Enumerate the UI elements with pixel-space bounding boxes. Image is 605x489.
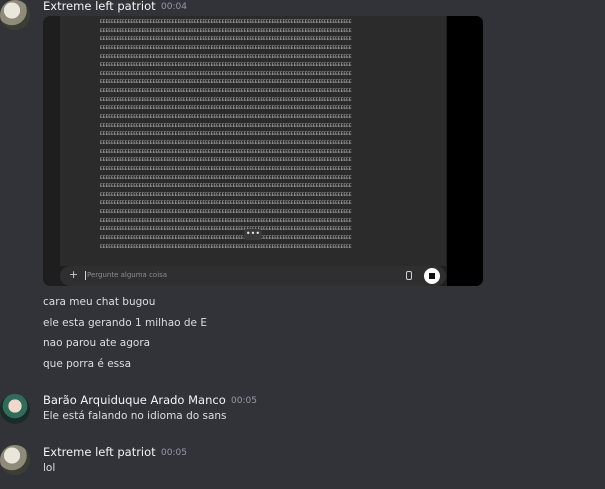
microphone-icon: [406, 271, 412, 280]
message-author[interactable]: Extreme left patriot: [43, 0, 156, 13]
message-text: ele esta gerando 1 milhao de E: [43, 317, 207, 329]
e-text-line: EEEEEEEEEEEEEEEEEEEEEEEEEEEEEEEEEEEEEEEE…: [100, 63, 352, 69]
e-text-line: EEEEEEEEEEEEEEEEEEEEEEEEEEEEEEEEEEEEEEEE…: [100, 210, 352, 216]
e-text-line: EEEEEEEEEEEEEEEEEEEEEEEEEEEEEEEEEEEEEEEE…: [100, 89, 352, 95]
avatar[interactable]: [0, 0, 30, 30]
message-timestamp: 00:05: [161, 448, 187, 458]
e-text-line: EEEEEEEEEEEEEEEEEEEEEEEEEEEEEEEEEEEEEEEE…: [100, 140, 352, 146]
e-text-line: EEEEEEEEEEEEEEEEEEEEEEEEEEEEEEEEEEEEEEEE…: [100, 80, 352, 86]
e-text-line: EEEEEEEEEEEEEEEEEEEEEEEEEEEEEEEEEEEEEEEE…: [100, 115, 352, 121]
avatar[interactable]: [0, 394, 30, 424]
message-text: nao parou ate agora: [43, 337, 151, 349]
screenshot-chat-output: EEEEEEEEEEEEEEEEEEEEEEEEEEEEEEEEEEEEEEEE…: [60, 16, 446, 266]
message-author[interactable]: Barão Arquiduque Arado Manco: [43, 393, 226, 407]
e-text-line: EEEEEEEEEEEEEEEEEEEEEEEEEEEEEEEEEEEEEEEE…: [100, 166, 352, 172]
e-text-line: EEEEEEEEEEEEEEEEEEEEEEEEEEEEEEEEEEEEEEEE…: [100, 158, 352, 164]
e-text-line: EEEEEEEEEEEEEEEEEEEEEEEEEEEEEEEEEEEEEEEE…: [100, 37, 352, 43]
e-text-line: EEEEEEEEEEEEEEEEEEEEEEEEEEEEEEEEEEEEEEEE…: [100, 97, 352, 103]
screenshot-sidebar: [447, 16, 483, 286]
message-text: lol: [43, 462, 56, 474]
screenshot-composer: + Pergunte alguma coisa: [60, 266, 446, 286]
e-text-line: EEEEEEEEEEEEEEEEEEEEEEEEEEEEEEEEEEEEEEEE…: [100, 106, 352, 112]
e-text-line: EEEEEEEEEEEEEEEEEEEEEEEEEEEEEEEEEEEEEEEE…: [100, 184, 352, 190]
e-text-line: EEEEEEEEEEEEEEEEEEEEEEEEEEEEEEEEEEEEEEEE…: [100, 28, 352, 34]
message-text: Ele está falando no idioma do sans: [43, 410, 227, 422]
text-cursor: [85, 271, 86, 280]
message-author[interactable]: Extreme left patriot: [43, 445, 156, 459]
e-text-line: EEEEEEEEEEEEEEEEEEEEEEEEEEEEEEEEEEEEEEEE…: [100, 192, 352, 198]
e-text-line: EEEEEEEEEEEEEEEEEEEEEEEEEEEEEEEEEEEEEEEE…: [100, 175, 352, 181]
plus-icon: +: [69, 268, 79, 281]
e-text-line: EEEEEEEEEEEEEEEEEEEEEEEEEEEEEEEEEEEEEEEE…: [100, 201, 352, 207]
message-text: que porra é essa: [43, 358, 132, 370]
image-attachment[interactable]: EEEEEEEEEEEEEEEEEEEEEEEEEEEEEEEEEEEEEEEE…: [43, 16, 483, 286]
avatar[interactable]: [0, 445, 30, 475]
message-timestamp: 00:05: [231, 396, 257, 406]
e-text-line: EEEEEEEEEEEEEEEEEEEEEEEEEEEEEEEEEEEEEEEE…: [100, 218, 352, 224]
message-timestamp: 00:04: [161, 2, 187, 12]
composer-placeholder: Pergunte alguma coisa: [87, 271, 168, 279]
e-text-line: EEEEEEEEEEEEEEEEEEEEEEEEEEEEEEEEEEEEEEEE…: [100, 244, 352, 250]
e-text-line: EEEEEEEEEEEEEEEEEEEEEEEEEEEEEEEEEEEEEEEE…: [100, 71, 352, 77]
stop-icon: [424, 268, 440, 284]
e-text-line: EEEEEEEEEEEEEEEEEEEEEEEEEEEEEEEEEEEEEEEE…: [100, 123, 352, 129]
e-text-line: EEEEEEEEEEEEEEEEEEEEEEEEEEEEEEEEEEEEEEEE…: [100, 45, 352, 51]
more-dots: •••: [244, 229, 262, 240]
e-text-line: EEEEEEEEEEEEEEEEEEEEEEEEEEEEEEEEEEEEEEEE…: [100, 132, 352, 138]
e-text-line: EEEEEEEEEEEEEEEEEEEEEEEEEEEEEEEEEEEEEEEE…: [100, 20, 352, 25]
e-text-line: EEEEEEEEEEEEEEEEEEEEEEEEEEEEEEEEEEEEEEEE…: [100, 149, 352, 155]
message-text: cara meu chat bugou: [43, 296, 156, 308]
e-text-line: EEEEEEEEEEEEEEEEEEEEEEEEEEEEEEEEEEEEEEEE…: [100, 54, 352, 60]
repeated-e-text: EEEEEEEEEEEEEEEEEEEEEEEEEEEEEEEEEEEEEEEE…: [100, 19, 410, 252]
